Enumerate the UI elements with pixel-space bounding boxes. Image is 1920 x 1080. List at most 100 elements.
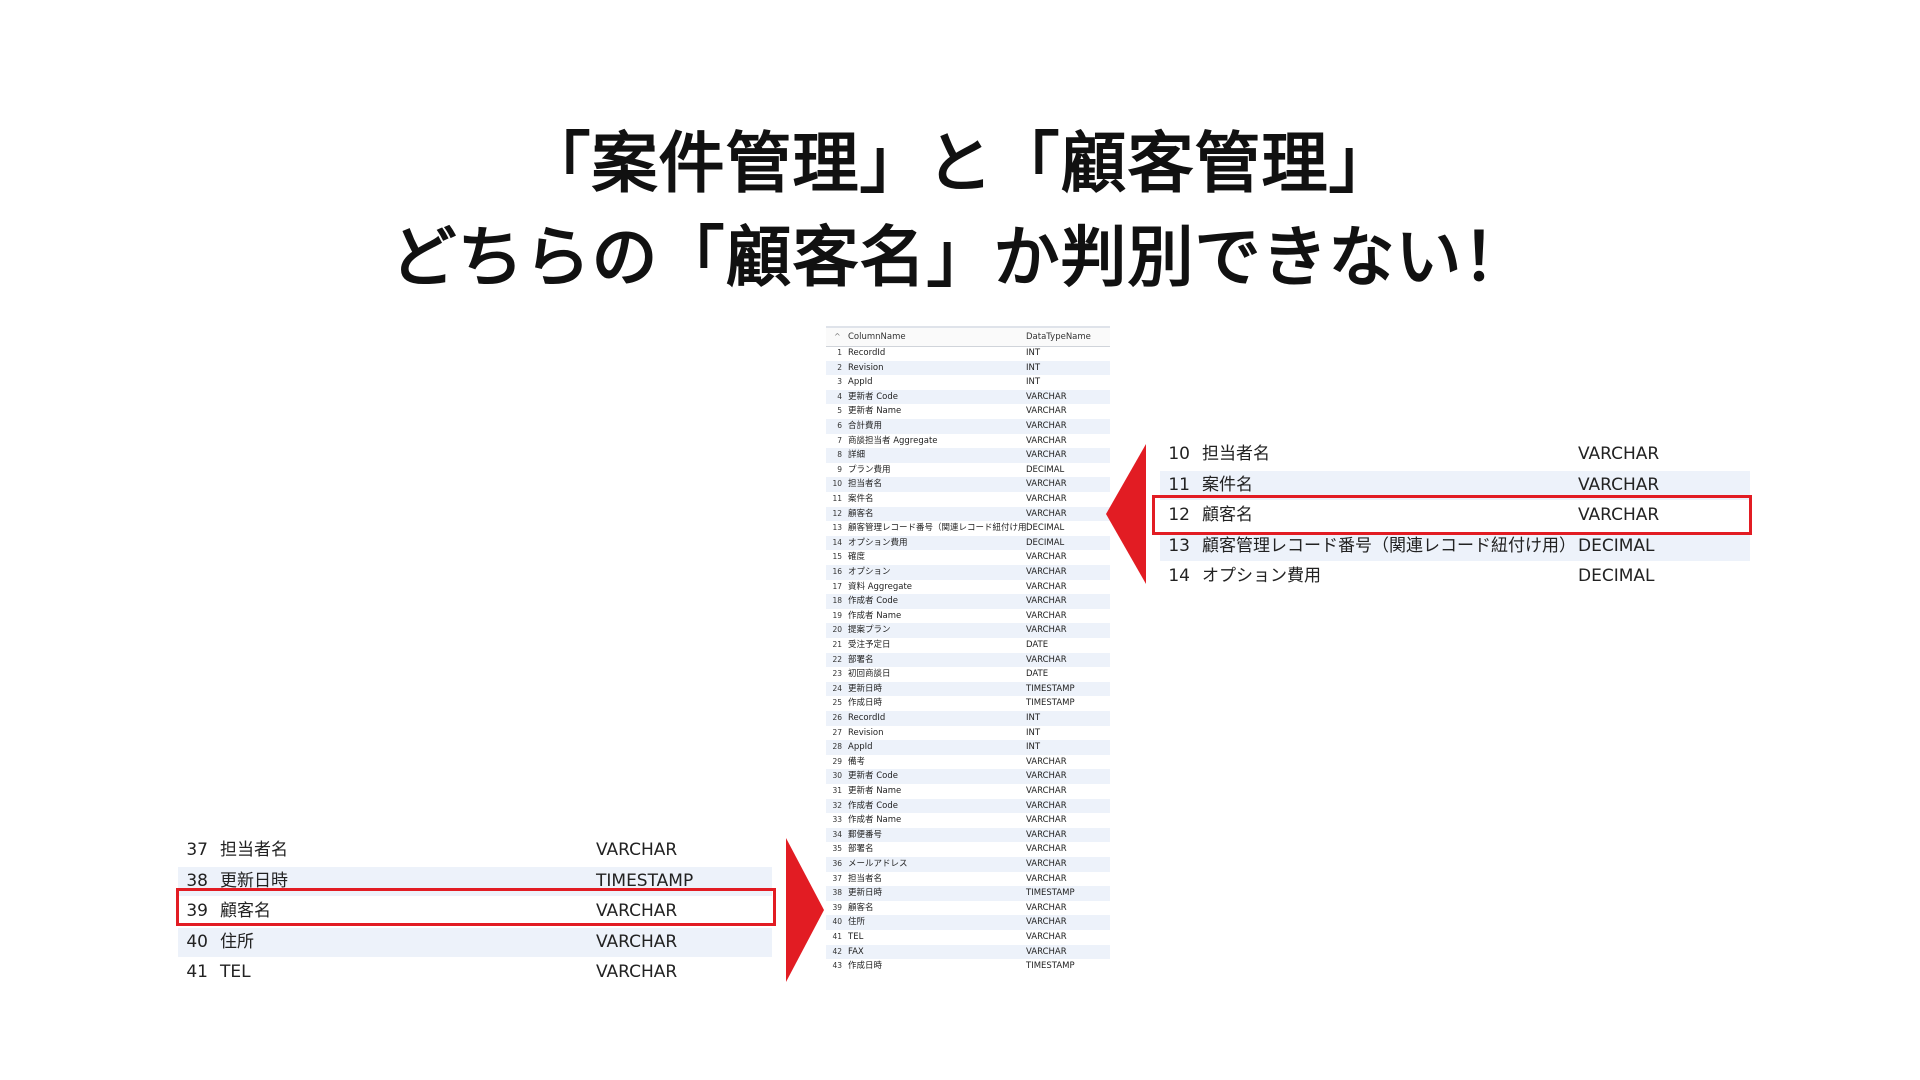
column-name-cell: オプション (848, 567, 891, 577)
table-row[interactable]: 15 確度 VARCHAR (826, 550, 1110, 565)
table-row[interactable]: 8 詳細 VARCHAR (826, 448, 1110, 463)
row-number: 2 (837, 362, 842, 372)
table-row[interactable]: 24 更新日時 TIMESTAMP (826, 681, 1110, 697)
data-type-cell: VARCHAR (1026, 421, 1067, 431)
column-name-cell: Revision (848, 727, 884, 738)
data-type-cell: DECIMAL (1578, 535, 1655, 556)
table-row[interactable]: 20 提案プラン VARCHAR (826, 623, 1110, 638)
table-row[interactable]: 31 更新者 Name VARCHAR (826, 784, 1110, 799)
table-row[interactable]: 42 FAX VARCHAR (826, 944, 1110, 960)
data-type-cell: VARCHAR (1026, 391, 1067, 402)
table-row[interactable]: 25 作成日時 TIMESTAMP (826, 696, 1110, 711)
table-row[interactable]: 16 オプション VARCHAR (826, 565, 1110, 580)
table-row[interactable]: 3 AppId INT (826, 375, 1110, 390)
column-name-cell: 部署名 (848, 844, 874, 855)
row-number: 10 (832, 479, 842, 489)
table-row[interactable]: 30 更新者 Code VARCHAR (826, 769, 1110, 784)
row-number: 9 (837, 464, 842, 474)
column-table: ^ ColumnName DataTypeName 1 RecordId INT 2 R… (826, 326, 1110, 978)
column-name-cell: 作成日時 (848, 961, 883, 972)
table-row[interactable]: 38 更新日時 TIMESTAMP (826, 886, 1110, 901)
table-row[interactable]: 33 作成者 Name VARCHAR (826, 813, 1110, 828)
table-row[interactable]: 40 住所 VARCHAR (826, 915, 1110, 930)
data-type-cell: VARCHAR (1026, 902, 1067, 913)
table-row[interactable]: 23 初回商談日 DATE (826, 667, 1110, 682)
table-row[interactable]: 6 合計費用 VARCHAR (826, 419, 1110, 434)
row-number: 8 (837, 450, 842, 460)
table-row[interactable]: 11 案件名 VARCHAR (826, 492, 1110, 507)
row-number: 15 (832, 552, 842, 562)
table-row[interactable]: 28 AppId INT (826, 740, 1110, 755)
row-number: 32 (832, 800, 842, 810)
column-name-cell: 更新者 Name (848, 406, 902, 417)
row-number: 13 (1168, 535, 1190, 556)
table-row[interactable]: 27 Revision INT (826, 726, 1110, 741)
highlight-box-row-39 (176, 888, 776, 926)
table-row[interactable]: 36 メールアドレス VARCHAR (826, 857, 1110, 872)
table-row[interactable]: 19 作成者 Name VARCHAR (826, 609, 1110, 624)
table-row[interactable]: 21 受注予定日 DATE (826, 638, 1110, 653)
table-row[interactable]: 34 郵便番号 VARCHAR (826, 827, 1110, 843)
column-name-cell: 作成日時 (848, 698, 883, 709)
column-name-cell: 顧客名 (848, 902, 874, 913)
data-type-cell: VARCHAR (1578, 444, 1660, 464)
table-row[interactable]: 5 更新者 Name VARCHAR (826, 404, 1110, 419)
table-row[interactable]: 41 TEL VARCHAR (826, 930, 1110, 945)
column-name-cell: 住所 (848, 917, 866, 928)
data-type-cell: VARCHAR (1026, 567, 1067, 577)
table-row[interactable]: 18 作成者 Code VARCHAR (826, 594, 1110, 609)
data-type-cell: TIMESTAMP (1026, 698, 1075, 709)
sort-caret-icon[interactable]: ^ (834, 328, 841, 346)
table-row[interactable]: 35 部署名 VARCHAR (826, 842, 1110, 857)
data-type-cell: DECIMAL (1026, 523, 1065, 534)
column-name-cell: 顧客名 (848, 508, 874, 519)
table-row: 14 オプション費用 DECIMAL (1160, 562, 1750, 591)
table-row[interactable]: 1 RecordId INT (826, 346, 1110, 361)
row-number: 39 (832, 902, 842, 912)
table-row: 10 担当者名 VARCHAR (1160, 440, 1750, 469)
table-row[interactable]: 2 Revision INT (826, 360, 1110, 376)
column-name-cell: オプション費用 (848, 537, 908, 548)
table-header: ^ ColumnName DataTypeName (826, 326, 1110, 347)
row-number: 43 (832, 961, 842, 971)
column-name-cell: 顧客管理レコード番号（関連レコード紐付け用） (848, 523, 1028, 534)
row-number: 27 (832, 727, 842, 737)
table-row[interactable]: 43 作成日時 TIMESTAMP (826, 959, 1110, 974)
row-number: 3 (837, 377, 842, 387)
table-row: 13 顧客管理レコード番号（関連レコード紐付け用） DECIMAL (1160, 531, 1750, 561)
row-number: 36 (832, 859, 842, 868)
column-name-cell: 資料 Aggregate (848, 581, 913, 592)
row-number: 35 (832, 844, 842, 854)
column-name-cell: RecordId (848, 713, 886, 723)
table-row[interactable]: 26 RecordId INT (826, 711, 1110, 726)
table-row[interactable]: 13 顧客管理レコード番号（関連レコード紐付け用） DECIMAL (826, 521, 1110, 536)
column-name-cell: オプション費用 (1202, 566, 1321, 586)
column-name-cell: RecordId (848, 348, 886, 358)
header-data-type-name[interactable]: DataTypeName (1026, 328, 1091, 346)
table-row[interactable]: 10 担当者名 VARCHAR (826, 477, 1110, 492)
table-row[interactable]: 29 備考 VARCHAR (826, 755, 1110, 770)
table-row[interactable]: 12 顧客名 VARCHAR (826, 506, 1110, 522)
data-type-cell: INT (1026, 742, 1041, 753)
table-row[interactable]: 4 更新者 Code VARCHAR (826, 389, 1110, 405)
row-number: 41 (832, 932, 842, 941)
highlight-box-row-12 (1152, 495, 1752, 535)
row-number: 22 (832, 654, 842, 664)
table-row[interactable]: 37 担当者名 VARCHAR (826, 872, 1110, 887)
table-row[interactable]: 7 商談担当者 Aggregate VARCHAR (826, 434, 1110, 449)
table-row[interactable]: 22 部署名 VARCHAR (826, 652, 1110, 668)
table-row[interactable]: 14 オプション費用 DECIMAL (826, 535, 1110, 551)
column-name-cell: メールアドレス (848, 859, 908, 869)
table-row[interactable]: 39 顧客名 VARCHAR (826, 901, 1110, 916)
data-type-cell: INT (1026, 377, 1041, 388)
row-number: 20 (832, 625, 842, 635)
row-number: 7 (837, 435, 842, 445)
row-number: 17 (832, 581, 842, 591)
table-row[interactable]: 32 作成者 Code VARCHAR (826, 798, 1110, 814)
row-number: 18 (832, 596, 842, 606)
table-row[interactable]: 17 資料 Aggregate VARCHAR (826, 580, 1110, 595)
table-row[interactable]: 9 プラン費用 DECIMAL (826, 463, 1110, 478)
header-column-name[interactable]: ColumnName (848, 328, 906, 346)
data-type-cell: VARCHAR (596, 840, 678, 860)
row-number: 12 (832, 508, 842, 518)
